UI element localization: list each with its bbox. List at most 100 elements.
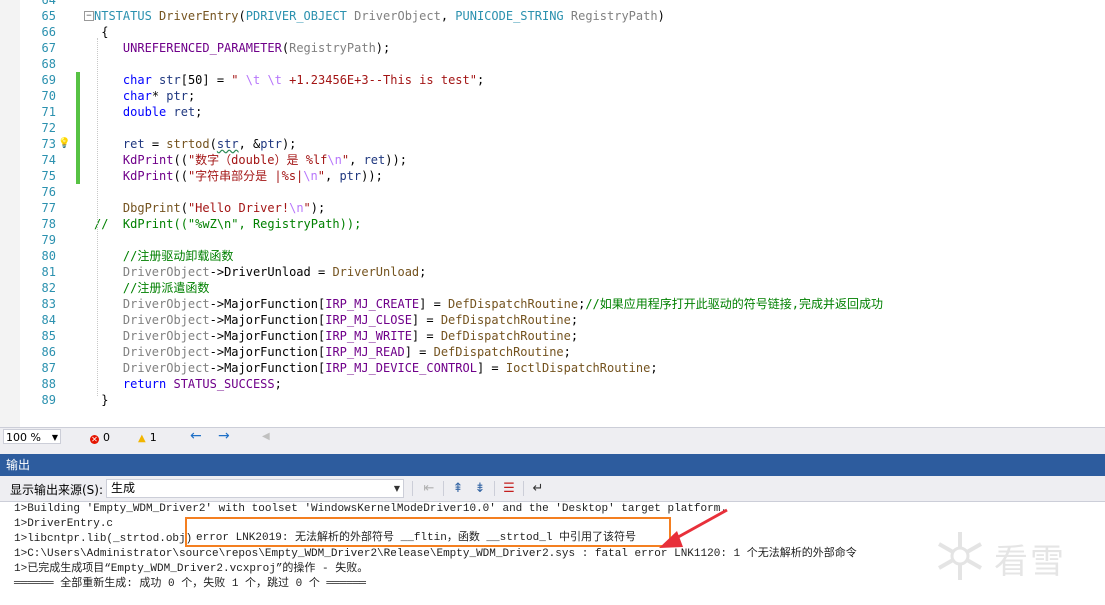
indent-guide [97,38,98,396]
code-line[interactable]: 73 💡 ret = strtod(str, &ptr); [0,136,1105,152]
code-line[interactable]: 68 [0,56,1105,72]
change-marker [76,120,80,136]
code-text: return STATUS_SUCCESS; [122,377,282,391]
code-line[interactable]: 84 DriverObject->MajorFunction[IRP_MJ_CL… [0,312,1105,328]
navigate-forward-icon[interactable]: → [218,428,230,445]
line-number: 74 [41,153,56,167]
code-line[interactable]: 88 return STATUS_SUCCESS; [0,376,1105,392]
code-line[interactable]: 83 DriverObject->MajorFunction[IRP_MJ_CR… [0,296,1105,312]
line-number: 88 [41,377,56,391]
line-number: 80 [41,249,56,263]
code-line[interactable]: 79 [0,232,1105,248]
word-wrap-icon[interactable]: ↵ [529,480,547,497]
output-line: 1>已完成生成项目“Empty_WDM_Driver2.vcxproj”的操作 … [14,563,369,575]
clear-all-icon[interactable]: ☰ [500,480,518,497]
code-text: //注册驱动卸载函数 [122,249,234,263]
line-number: 71 [41,105,56,119]
toolbar-divider [523,481,524,496]
line-number: 79 [41,233,56,247]
change-marker [76,152,80,168]
code-line[interactable]: 72 [0,120,1105,136]
find-message-icon[interactable]: ⇤ [420,480,438,497]
code-line[interactable]: 87 DriverObject->MajorFunction[IRP_MJ_DE… [0,360,1105,376]
code-line[interactable]: 80 //注册驱动卸载函数 [0,248,1105,264]
change-marker [76,104,80,120]
code-text: KdPrint(("数字（double）是 %lf\n", ret)); [122,153,407,167]
chevron-down-icon: ▼ [51,433,58,442]
line-number: 84 [41,313,56,327]
lightbulb-icon[interactable]: 💡 [58,137,70,151]
zoom-dropdown[interactable]: 100 % ▼ [3,429,61,444]
collapse-icon[interactable]: − [84,11,94,21]
navigate-back-icon[interactable]: ← [190,428,202,445]
code-line[interactable]: 65 − NTSTATUS DriverEntry(PDRIVER_OBJECT D… [0,8,1105,24]
line-number: 85 [41,329,56,343]
toolbar-divider [443,481,444,496]
code-text: DriverObject->MajorFunction[IRP_MJ_DEVIC… [122,361,658,375]
next-message-icon[interactable]: ⇟ [471,480,489,497]
line-number: 87 [41,361,56,375]
output-line: ══════ 全部重新生成: 成功 0 个，失败 1 个，跳过 0 个 ════… [14,578,367,590]
line-number: 67 [41,41,56,55]
line-number: 68 [41,57,56,71]
code-line[interactable]: 66 { [0,24,1105,40]
error-count[interactable]: ✕ 0 [90,430,110,445]
code-line[interactable]: 89 } [0,392,1105,408]
panel-splitter[interactable] [0,446,1105,454]
zoom-value: 100 % [6,431,41,444]
line-number: 72 [41,121,56,135]
chevron-down-icon: ▼ [393,484,400,493]
code-text: // KdPrint(("%wZ\n", RegistryPath)); [94,217,362,231]
code-text: DbgPrint("Hello Driver!\n"); [122,201,326,215]
output-line: 1>libcntpr.lib(_strtod.obj) [14,533,193,545]
scroll-left-icon[interactable]: ◀ [262,428,270,445]
code-line[interactable]: 77 DbgPrint("Hello Driver!\n"); [0,200,1105,216]
code-text: DriverObject->MajorFunction[IRP_MJ_WRITE… [122,329,579,343]
line-number: 78 [41,217,56,231]
code-line[interactable]: 76 [0,184,1105,200]
error-highlight-box [185,517,671,547]
code-editor[interactable]: 64 65 − NTSTATUS DriverEntry(PDRIVER_OBJECT… [0,0,1105,427]
output-panel-title: 输出 [0,454,1105,476]
line-number: 69 [41,73,56,87]
code-text: KdPrint(("字符串部分是 |%s|\n", ptr)); [122,169,383,183]
toolbar-divider [494,481,495,496]
output-line: 1>Building 'Empty_WDM_Driver2' with tool… [14,503,727,515]
code-line[interactable]: 78 // KdPrint(("%wZ\n", RegistryPath)); [0,216,1105,232]
error-icon: ✕ [90,435,99,444]
code-line[interactable]: 70 char* ptr; [0,88,1105,104]
line-number: 64 [41,0,56,7]
previous-message-icon[interactable]: ⇞ [449,480,467,497]
change-marker [76,88,80,104]
watermark-text: 看雪 [994,542,1066,582]
line-number: 83 [41,297,56,311]
code-line[interactable]: 69 char str[50] = " \t \t +1.23456E+3--T… [0,72,1105,88]
warning-count[interactable]: ▲ 1 [138,430,157,446]
code-line[interactable]: 67 UNREFERENCED_PARAMETER(RegistryPath); [0,40,1105,56]
line-number: 81 [41,265,56,279]
code-line[interactable]: 75 KdPrint(("字符串部分是 |%s|\n", ptr)); [0,168,1105,184]
editor-status-bar: 100 % ▼ ✕ 0 ▲ 1 ← → ◀ [0,427,1105,447]
code-line[interactable]: 74 KdPrint(("数字（double）是 %lf\n", ret)); [0,152,1105,168]
snowflake-logo-icon [938,532,982,580]
warning-icon: ▲ [138,433,146,444]
code-line[interactable]: 81 DriverObject->DriverUnload = DriverUn… [0,264,1105,280]
line-number: 76 [41,185,56,199]
annotation-arrow-icon [659,508,728,548]
code-text: double ret; [122,105,203,119]
code-text: DriverObject->MajorFunction[IRP_MJ_READ]… [122,345,571,359]
line-number: 65 [41,9,56,23]
code-text: UNREFERENCED_PARAMETER(RegistryPath); [122,41,391,55]
line-number: 70 [41,89,56,103]
output-source-select[interactable]: 生成 ▼ [106,479,404,498]
output-source-value: 生成 [111,481,136,495]
watermark: 看雪 [932,528,1082,584]
code-text: ret = strtod(str, &ptr); [122,137,297,151]
code-line[interactable]: 82 //注册派遣函数 [0,280,1105,296]
code-line[interactable]: 64 [0,0,1105,8]
code-line[interactable]: 71 double ret; [0,104,1105,120]
code-line[interactable]: 86 DriverObject->MajorFunction[IRP_MJ_RE… [0,344,1105,360]
code-text: //注册派遣函数 [122,281,210,295]
code-line[interactable]: 85 DriverObject->MajorFunction[IRP_MJ_WR… [0,328,1105,344]
code-text: char str[50] = " \t \t +1.23456E+3--This… [122,73,485,87]
